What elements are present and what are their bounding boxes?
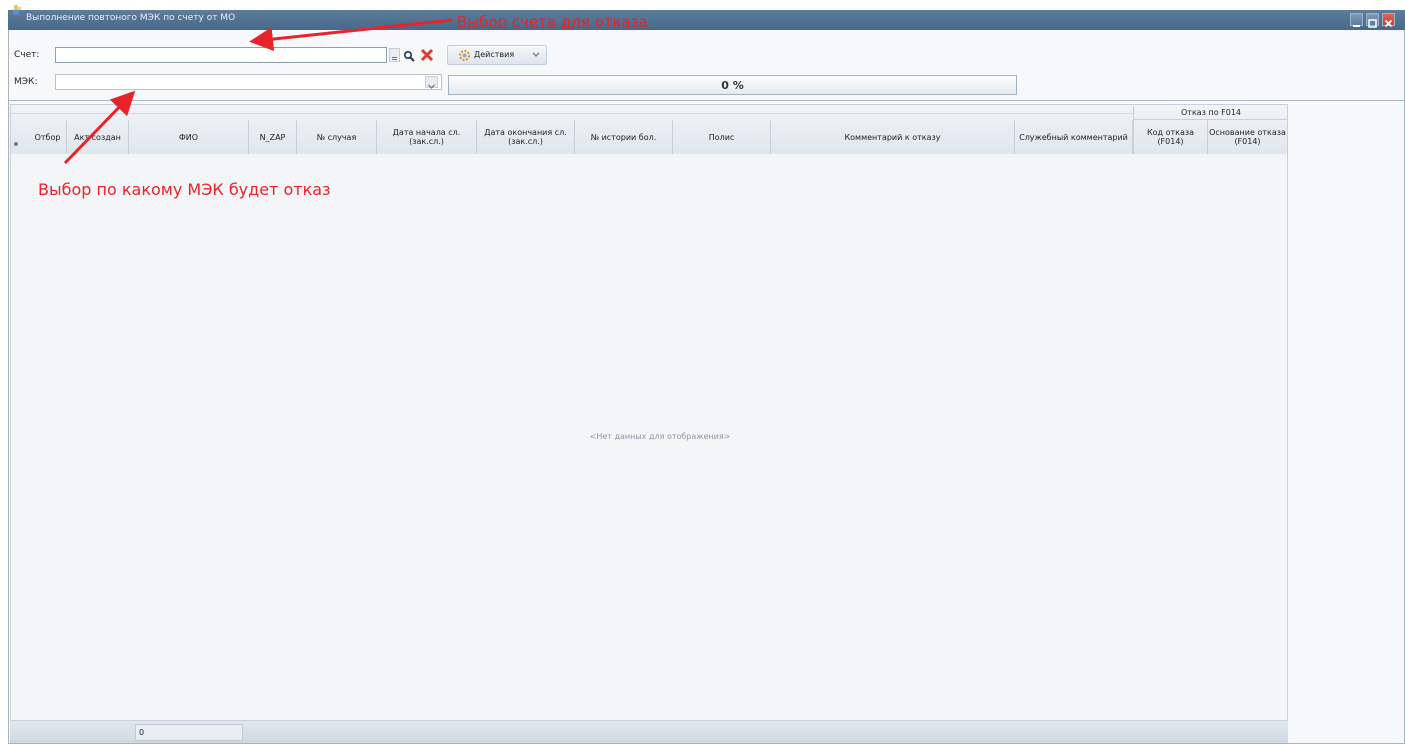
actions-button[interactable]: Действия — [447, 45, 547, 65]
window-title: Выполнение повтоного МЭК по счету от МО — [26, 13, 236, 23]
column-header[interactable]: № истории бол. — [575, 120, 673, 154]
dot-icon — [14, 142, 18, 146]
search-icon — [403, 50, 415, 62]
maximize-icon — [1368, 19, 1377, 28]
annotation-account: Выбор счета для отказа — [457, 13, 648, 31]
account-search-button[interactable] — [402, 48, 416, 62]
column-header[interactable]: Служебный комментарий — [1015, 120, 1133, 154]
ellipsis-icon — [392, 57, 397, 60]
minimize-icon — [1353, 25, 1360, 27]
close-button[interactable] — [1382, 13, 1395, 28]
column-header[interactable]: Акт создан — [67, 120, 129, 154]
gear-icon — [458, 49, 471, 62]
column-header[interactable]: Основание отказа (F014) — [1208, 120, 1288, 154]
column-header[interactable]: Отбор — [29, 120, 67, 154]
header-band-divider — [11, 113, 1133, 114]
mek-select[interactable] — [55, 74, 442, 90]
column-header[interactable]: ФИО — [129, 120, 249, 154]
chevron-down-icon — [428, 84, 435, 89]
maximize-button[interactable] — [1366, 13, 1379, 28]
empty-grid-message: <Нет данных для отображения> — [589, 432, 731, 441]
clear-icon — [420, 48, 434, 62]
close-icon — [1384, 19, 1393, 28]
account-clear-button[interactable] — [419, 47, 435, 63]
column-header[interactable]: Полис — [673, 120, 771, 154]
account-ellipsis-button[interactable] — [389, 48, 400, 62]
toolbar-separator — [8, 100, 1405, 101]
column-header[interactable]: Дата окончания сл. (зак.сл.) — [477, 120, 575, 154]
progress-text: 0 % — [721, 79, 744, 92]
app-icon — [13, 4, 22, 15]
account-input[interactable] — [55, 47, 387, 63]
progress-bar: 0 % — [448, 75, 1017, 95]
mek-label: МЭК: — [14, 77, 38, 87]
annotation-mek: Выбор по какому МЭК будет отказ — [38, 180, 331, 199]
column-header[interactable]: Комментарий к отказу — [771, 120, 1015, 154]
mek-dropdown-button[interactable] — [425, 76, 438, 89]
footer-count: 0 — [135, 724, 243, 741]
account-label: Счет: — [14, 50, 40, 60]
column-header[interactable]: № случая — [297, 120, 377, 154]
chevron-down-icon — [532, 52, 540, 57]
expand-toggle[interactable] — [12, 133, 20, 146]
column-header[interactable]: Дата начала сл. (зак.сл.) — [377, 120, 477, 154]
group-header-f014: Отказ по F014 — [1133, 106, 1288, 120]
column-header[interactable]: Код отказа (F014) — [1133, 120, 1208, 154]
column-header[interactable]: N_ZAP — [249, 120, 297, 154]
actions-label: Действия — [474, 50, 515, 59]
minimize-button[interactable] — [1350, 13, 1363, 27]
